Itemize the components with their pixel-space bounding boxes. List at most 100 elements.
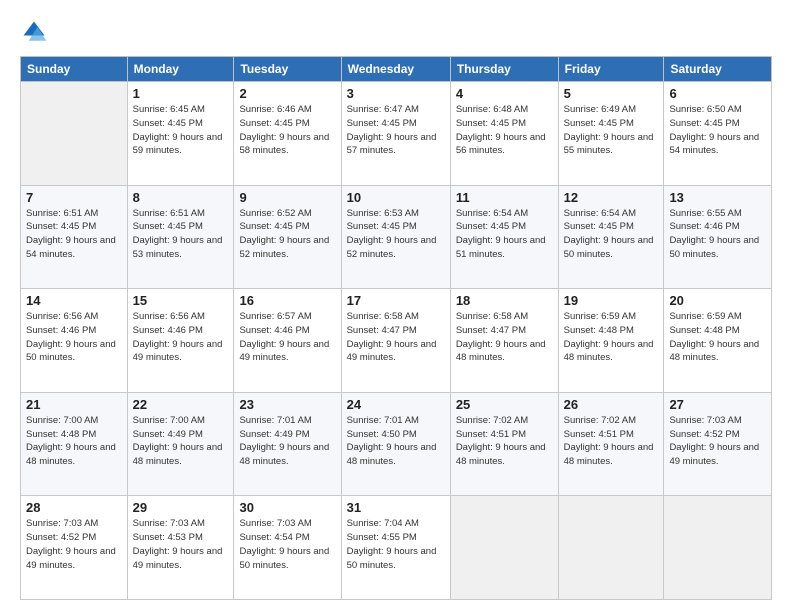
cell-sunrise: Sunrise: 6:48 AM — [456, 104, 528, 115]
cell-sunrise: Sunrise: 7:03 AM — [239, 518, 311, 529]
calendar-weekday-monday: Monday — [127, 57, 234, 82]
calendar-week-2: 7Sunrise: 6:51 AMSunset: 4:45 PMDaylight… — [21, 185, 772, 289]
calendar-week-3: 14 Sunrise: 6:56 AM Sunset: 4:46 PM Dayligh… — [21, 289, 772, 393]
cell-sunrise: Sunrise: 7:01 AM — [239, 415, 311, 426]
cell-day-number: 30 — [239, 500, 335, 515]
cell-sunrise: Sunrise: 6:46 AM — [239, 104, 311, 115]
calendar-cell: 11 Sunrise: 6:54 AMSunset: 4:45 PMDayligh… — [450, 185, 558, 289]
cell-info: Sunrise: 6:58 AMSunset: 4:47 PMDaylight:… — [347, 310, 445, 365]
cell-day-number: 27 — [669, 397, 766, 412]
calendar-weekday-friday: Friday — [558, 57, 664, 82]
cell-sunset: Sunset: 4:47 PM — [347, 325, 417, 336]
calendar-cell: 17 Sunrise: 6:58 AMSunset: 4:47 PMDayligh… — [341, 289, 450, 393]
cell-sunrise: Sunrise: 6:51 AM — [26, 208, 98, 219]
cell-day-number: 20 — [669, 293, 766, 308]
cell-day-number: 23 — [239, 397, 335, 412]
cell-daylight: Daylight: 9 hours and 54 minutes. — [26, 235, 116, 260]
calendar-cell: 10Sunrise: 6:53 AMSunset: 4:45 PMDayligh… — [341, 185, 450, 289]
cell-info: Sunrise: 6:56 AM Sunset: 4:46 PM Daylight:… — [26, 310, 122, 365]
cell-sunset: Sunset: 4:46 PM — [239, 325, 309, 336]
cell-sunset: Sunset: 4:52 PM — [26, 532, 96, 543]
cell-info: Sunrise: 6:55 AMSunset: 4:46 PMDaylight:… — [669, 207, 766, 262]
cell-info: Sunrise: 6:54 AMSunset: 4:45 PMDaylight:… — [456, 207, 553, 262]
calendar-cell — [21, 82, 128, 186]
cell-info: Sunrise: 6:48 AMSunset: 4:45 PMDaylight:… — [456, 103, 553, 158]
cell-sunset: Sunset: 4:49 PM — [133, 429, 203, 440]
cell-sunset: Sunset: 4:45 PM — [456, 221, 526, 232]
cell-sunset: Sunset: 4:50 PM — [347, 429, 417, 440]
calendar-cell: 27Sunrise: 7:03 AMSunset: 4:52 PMDayligh… — [664, 392, 772, 496]
calendar-cell: 15Sunrise: 6:56 AMSunset: 4:46 PMDayligh… — [127, 289, 234, 393]
cell-info: Sunrise: 6:59 AMSunset: 4:48 PMDaylight:… — [669, 310, 766, 365]
cell-day-number: 29 — [133, 500, 229, 515]
cell-day-number: 26 — [564, 397, 659, 412]
cell-daylight: Daylight: 9 hours and 50 minutes. — [564, 235, 654, 260]
cell-daylight: Daylight: 9 hours and 48 minutes. — [347, 442, 437, 467]
cell-daylight: Daylight: 9 hours and 50 minutes. — [26, 339, 116, 364]
cell-daylight: Daylight: 9 hours and 49 minutes. — [669, 442, 759, 467]
cell-info: Sunrise: 6:59 AMSunset: 4:48 PMDaylight:… — [564, 310, 659, 365]
calendar-weekday-saturday: Saturday — [664, 57, 772, 82]
cell-info: Sunrise: 7:03 AMSunset: 4:52 PMDaylight:… — [26, 517, 122, 572]
cell-day-number: 15 — [133, 293, 229, 308]
cell-day-number: 11 — [456, 190, 553, 205]
logo-icon — [20, 18, 48, 46]
cell-daylight: Daylight: 9 hours and 52 minutes. — [347, 235, 437, 260]
cell-day-number: 19 — [564, 293, 659, 308]
cell-info: Sunrise: 6:45 AMSunset: 4:45 PMDaylight:… — [133, 103, 229, 158]
cell-sunrise: Sunrise: 7:00 AM — [133, 415, 205, 426]
cell-day-number: 3 — [347, 86, 445, 101]
calendar-cell: 30Sunrise: 7:03 AMSunset: 4:54 PMDayligh… — [234, 496, 341, 600]
cell-sunset: Sunset: 4:45 PM — [239, 221, 309, 232]
cell-sunrise: Sunrise: 6:49 AM — [564, 104, 636, 115]
calendar-cell: 18Sunrise: 6:58 AMSunset: 4:47 PMDayligh… — [450, 289, 558, 393]
cell-daylight: Daylight: 9 hours and 48 minutes. — [239, 442, 329, 467]
cell-info: Sunrise: 7:00 AMSunset: 4:49 PMDaylight:… — [133, 414, 229, 469]
cell-sunset: Sunset: 4:51 PM — [456, 429, 526, 440]
header — [20, 18, 772, 46]
cell-sunrise: Sunrise: 7:03 AM — [133, 518, 205, 529]
cell-info: Sunrise: 6:51 AMSunset: 4:45 PMDaylight:… — [26, 207, 122, 262]
cell-day-number: 28 — [26, 500, 122, 515]
cell-info: Sunrise: 7:04 AMSunset: 4:55 PMDaylight:… — [347, 517, 445, 572]
cell-sunset: Sunset: 4:53 PM — [133, 532, 203, 543]
calendar-weekday-tuesday: Tuesday — [234, 57, 341, 82]
cell-day-number: 2 — [239, 86, 335, 101]
calendar-weekday-sunday: Sunday — [21, 57, 128, 82]
cell-daylight: Daylight: 9 hours and 58 minutes. — [239, 132, 329, 157]
cell-sunset: Sunset: 4:46 PM — [26, 325, 96, 336]
calendar-cell: 5Sunrise: 6:49 AMSunset: 4:45 PMDaylight… — [558, 82, 664, 186]
cell-day-number: 17 — [347, 293, 445, 308]
cell-daylight: Daylight: 9 hours and 55 minutes. — [564, 132, 654, 157]
cell-info: Sunrise: 7:00 AMSunset: 4:48 PMDaylight:… — [26, 414, 122, 469]
cell-sunset: Sunset: 4:45 PM — [239, 118, 309, 129]
cell-day-number: 21 — [26, 397, 122, 412]
cell-sunset: Sunset: 4:47 PM — [456, 325, 526, 336]
cell-sunrise: Sunrise: 6:45 AM — [133, 104, 205, 115]
cell-sunset: Sunset: 4:49 PM — [239, 429, 309, 440]
calendar-weekday-thursday: Thursday — [450, 57, 558, 82]
calendar-cell: 1 Sunrise: 6:45 AMSunset: 4:45 PMDaylight… — [127, 82, 234, 186]
calendar-cell: 2 Sunrise: 6:46 AM Sunset: 4:45 PM Daylight… — [234, 82, 341, 186]
cell-sunrise: Sunrise: 6:56 AM — [26, 311, 98, 322]
cell-sunrise: Sunrise: 6:59 AM — [564, 311, 636, 322]
calendar-cell: 26 Sunrise: 7:02 AMSunset: 4:51 PMDayligh… — [558, 392, 664, 496]
cell-sunrise: Sunrise: 6:55 AM — [669, 208, 741, 219]
cell-day-number: 14 — [26, 293, 122, 308]
cell-daylight: Daylight: 9 hours and 49 minutes. — [133, 546, 223, 571]
cell-sunrise: Sunrise: 7:03 AM — [26, 518, 98, 529]
calendar-cell — [450, 496, 558, 600]
calendar-header-row: SundayMondayTuesdayWednesdayThursdayFrid… — [21, 57, 772, 82]
cell-sunset: Sunset: 4:45 PM — [133, 221, 203, 232]
cell-day-number: 1 — [133, 86, 229, 101]
cell-day-number: 7 — [26, 190, 122, 205]
cell-sunrise: Sunrise: 6:50 AM — [669, 104, 741, 115]
cell-info: Sunrise: 6:58 AMSunset: 4:47 PMDaylight:… — [456, 310, 553, 365]
calendar-cell: 19 Sunrise: 6:59 AMSunset: 4:48 PMDayligh… — [558, 289, 664, 393]
cell-day-number: 10 — [347, 190, 445, 205]
cell-sunrise: Sunrise: 6:56 AM — [133, 311, 205, 322]
calendar-cell: 6Sunrise: 6:50 AMSunset: 4:45 PMDaylight… — [664, 82, 772, 186]
calendar-cell: 7 Sunrise: 6:51 AMSunset: 4:45 PMDaylight… — [21, 185, 128, 289]
cell-info: Sunrise: 7:02 AMSunset: 4:51 PMDaylight:… — [456, 414, 553, 469]
cell-info: Sunrise: 7:02 AMSunset: 4:51 PMDaylight:… — [564, 414, 659, 469]
